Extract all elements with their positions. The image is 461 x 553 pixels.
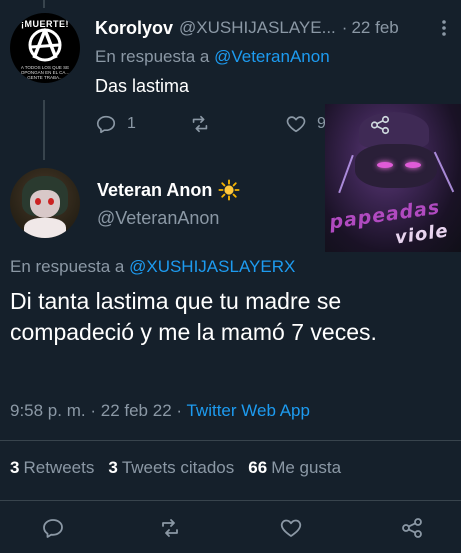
share-icon[interactable]	[369, 114, 391, 136]
tweet-source[interactable]: Twitter Web App	[186, 401, 309, 420]
separator: ·	[176, 401, 183, 420]
retweets-label: Retweets	[23, 458, 95, 477]
main-author-handle[interactable]: @VeteranAnon	[97, 208, 219, 229]
lightning-bolt	[338, 154, 354, 194]
likes-label: Me gusta	[271, 458, 342, 477]
sticker-image: papeadas viole	[325, 104, 461, 252]
reply-date[interactable]: 22 feb	[351, 18, 398, 38]
retweets-count: 3	[10, 458, 20, 477]
sticker-eye	[377, 162, 393, 168]
quotes-label: Tweets citados	[121, 458, 235, 477]
in-reply-prefix: En respuesta a	[10, 257, 125, 276]
retweet-icon	[162, 519, 178, 537]
tweet-stats: 3 Retweets 3 Tweets citados 66 Me gusta	[10, 458, 355, 478]
retweet-button[interactable]	[189, 113, 211, 135]
reply-in-reply-to: En respuesta a @VeteranAnon	[95, 47, 330, 67]
sun-icon	[218, 179, 240, 201]
avatar-body	[24, 218, 66, 238]
in-reply-mention[interactable]: @VeteranAnon	[214, 47, 330, 66]
sticker-eye	[405, 162, 421, 168]
reply-icon	[43, 519, 63, 538]
divider	[0, 440, 461, 441]
thread-line	[43, 100, 45, 160]
heart-icon	[280, 519, 302, 537]
main-author-name[interactable]: Veteran Anon	[97, 180, 212, 201]
reply-text: Das lastima	[95, 76, 190, 96]
likes-count: 66	[248, 458, 268, 477]
heart-icon	[286, 116, 306, 133]
anarchy-icon	[28, 28, 62, 62]
reply-button[interactable]: 1	[95, 113, 136, 135]
like-button[interactable]: 9	[285, 113, 326, 135]
avatar-face	[30, 190, 60, 218]
retweets-stat[interactable]: 3 Retweets	[10, 458, 94, 478]
avatar-eye	[48, 198, 54, 205]
reply-count: 1	[127, 115, 136, 132]
retweet-icon	[192, 115, 208, 133]
in-reply-mention[interactable]: @XUSHIJASLAYERX	[129, 257, 295, 276]
share-button[interactable]	[400, 516, 424, 540]
sticker-face	[355, 144, 437, 188]
reply-button[interactable]	[41, 516, 65, 540]
quotes-count: 3	[108, 458, 118, 477]
likes-stat[interactable]: 66 Me gusta	[248, 458, 341, 478]
separator: ·	[341, 18, 348, 37]
quotes-stat[interactable]: 3 Tweets citados	[108, 458, 234, 478]
reply-author-name[interactable]: Korolyov	[95, 18, 173, 39]
main-in-reply-to: En respuesta a @XUSHIJASLAYERX	[10, 257, 295, 277]
reply-header: Korolyov @XUSHIJASLAYE... · 22 feb	[95, 16, 455, 40]
more-vertical-icon[interactable]	[438, 18, 450, 38]
avatar-bottom-text: A TODOS LOS QUE SE OPONGAN EN EL CA... G…	[20, 65, 70, 80]
avatar-eye	[35, 198, 41, 205]
retweet-button[interactable]	[158, 516, 182, 540]
main-tweet-text: Di tanta lastima que tu madre se compade…	[10, 288, 377, 345]
main-author-name-row[interactable]: Veteran Anon	[97, 179, 240, 201]
reply-icon	[96, 115, 116, 134]
separator: ·	[90, 401, 97, 420]
tweet-time[interactable]: 9:58 p. m.	[10, 401, 86, 420]
main-actions	[0, 516, 461, 546]
reply-author-handle[interactable]: @XUSHIJASLAYE...	[179, 18, 336, 38]
in-reply-prefix: En respuesta a	[95, 47, 210, 66]
like-button[interactable]	[279, 516, 303, 540]
sticker-text-2: viole	[393, 220, 450, 249]
tweet-metadata: 9:58 p. m. · 22 feb 22 · Twitter Web App	[10, 401, 310, 421]
avatar[interactable]	[10, 168, 80, 238]
share-icon	[402, 518, 422, 538]
avatar[interactable]: ¡MUERTE! A TODOS LOS QUE SE OPONGAN EN E…	[10, 13, 80, 83]
tweet-date[interactable]: 22 feb 22	[101, 401, 172, 420]
divider	[0, 500, 461, 501]
